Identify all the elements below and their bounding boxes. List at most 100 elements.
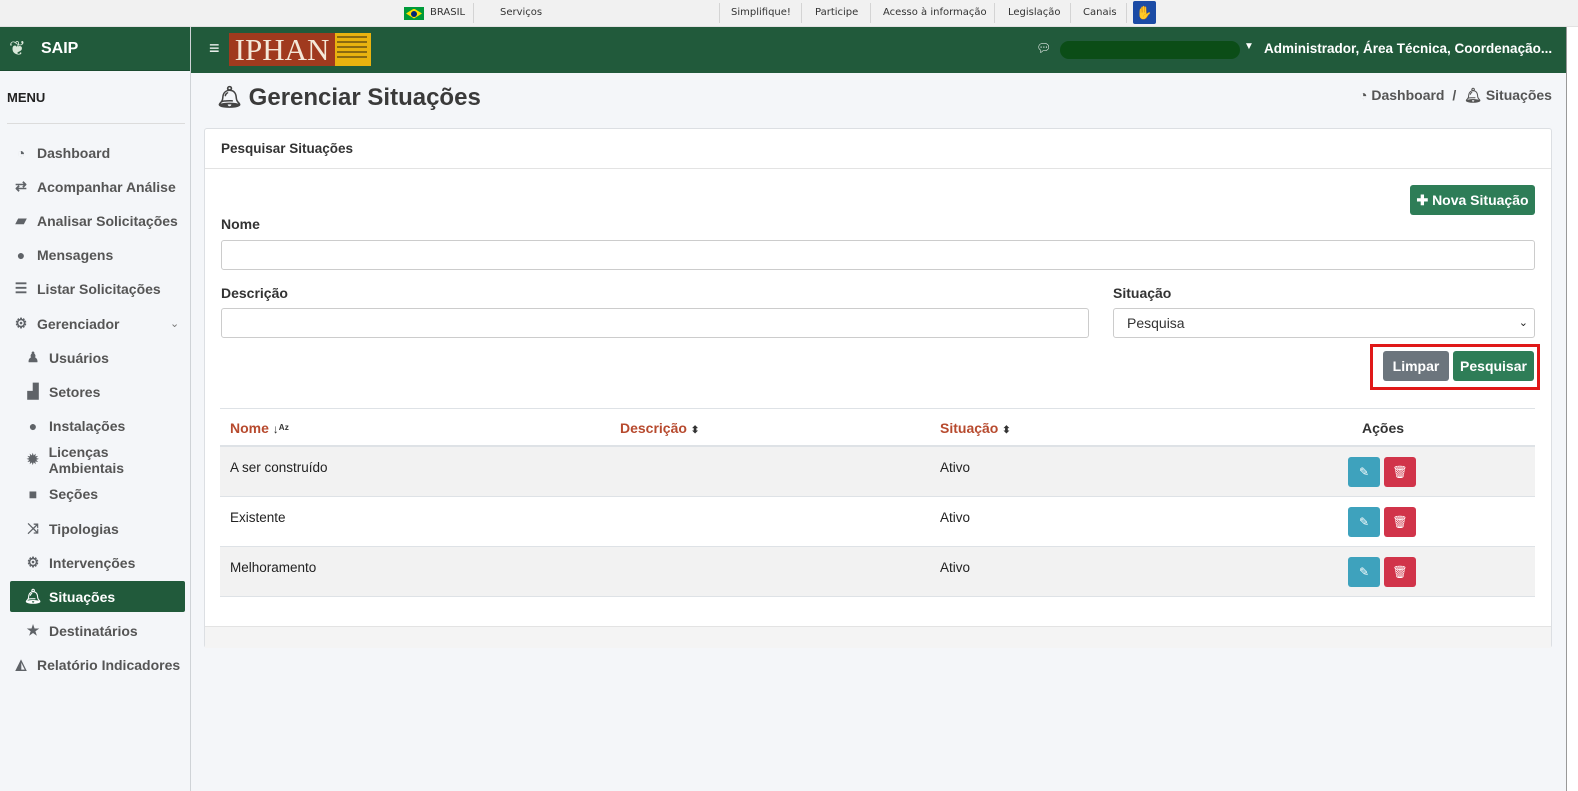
gov-link-acesso[interactable]: Acesso à informação [883,0,987,26]
cell-nome: Melhoramento [230,560,317,575]
top-navbar: ≡ IPHAN 💬︎ ▼ Administrador, Área Técnica… [191,27,1567,73]
sidebar-item-setores[interactable]: ▟ Setores [24,376,184,407]
sidebar-item-relatorio-indicadores[interactable]: ◭ Relatório Indicadores [12,649,184,680]
divider [801,3,802,23]
sidebar-item-label: Mensagens [37,246,114,263]
column-situacao[interactable]: Situação ⬍ [940,420,1011,436]
sidebar-item-instalacoes[interactable]: ● Instalações [24,410,184,441]
delete-button[interactable]: 🗑︎ [1384,507,1416,537]
sort-icon: ⬍ [690,425,700,436]
nome-label: Nome [221,216,260,232]
user-profile-name[interactable]: Administrador, Área Técnica, Coordenação… [1264,41,1552,56]
sidebar-item-mensagens[interactable]: ● Mensagens [12,239,184,270]
page-title: 🔔︎ Gerenciar Situações [216,84,481,112]
sidebar-item-label: Relatório Indicadores [37,656,181,673]
gov-bar: BRASIL Serviços Simplifique! Participe A… [0,0,1578,27]
situacao-select[interactable]: Pesquisa ⌄ [1113,308,1535,338]
trash-icon: 🗑︎ [1392,565,1408,579]
scrollbar[interactable] [1566,27,1578,791]
new-situation-label: Nova Situação [1432,192,1529,208]
gov-link-simplifique[interactable]: Simplifique! [731,0,791,26]
gov-services-link[interactable]: Serviços [500,0,542,26]
sidebar-item-gerenciador[interactable]: ⚙ Gerenciador [12,308,184,339]
divider [1070,3,1071,23]
sidebar-item-analisar-solicitacoes[interactable]: ▰ Analisar Solicitações [12,205,184,236]
cell-situacao: Ativo [940,560,971,575]
sidebar-item-listar-solicitacoes[interactable]: ☰ Listar Solicitações [12,273,184,304]
brand[interactable]: ❦ SAIP [0,27,190,71]
sidebar-item-label: Analisar Solicitações [37,212,178,229]
sidebar-item-situacoes[interactable]: 🔔︎ Situações [10,581,185,612]
descricao-input[interactable] [221,308,1089,338]
comments-icon: ● [16,246,26,263]
nome-input[interactable] [221,240,1535,270]
sidebar-item-label: Acompanhar Análise [37,178,176,195]
column-nome-label: Nome [230,420,269,436]
column-situacao-label: Situação [940,420,999,436]
sort-alpha-icon: ↓ᴬᶻ [272,422,289,436]
situacao-selected-value: Pesquisa [1127,315,1185,331]
chart-icon: ▟ [27,383,39,399]
gear-icon: ⚙ [26,554,40,570]
sidebar-item-licencas-ambientais[interactable]: ✹ Licenças Ambientais [24,444,184,476]
column-acoes: Ações [1362,420,1405,436]
table-header: Nome ↓ᴬᶻ Descrição ⬍ Situação ⬍ Ações [220,408,1535,447]
sidebar-item-label: Instalações [49,417,126,434]
card-footer [205,626,1551,648]
sidebar-item-label: Situações [49,588,116,605]
cell-situacao: Ativo [940,510,971,525]
trash-icon: 🗑︎ [1392,465,1408,479]
sidebar-item-acompanhar-analise[interactable]: ⇄ Acompanhar Análise [12,171,184,202]
hamburger-menu-icon[interactable]: ≡ [209,38,220,59]
edit-button[interactable]: ✎ [1348,457,1380,487]
sidebar-item-secoes[interactable]: ■ Seções [24,478,184,509]
random-icon: ⤨ [27,520,39,536]
chevron-down-icon[interactable]: ⌄ [170,317,179,330]
sidebar-item-dashboard[interactable]: ◔ Dashboard [12,137,184,168]
menu-label: MENU [7,90,46,105]
gov-link-participe[interactable]: Participe [815,0,858,26]
gov-link-legislacao[interactable]: Legislação [1008,0,1061,26]
breadcrumb-separator: / [1452,87,1457,103]
gov-link-canais[interactable]: Canais [1083,0,1117,26]
column-nome[interactable]: Nome ↓ᴬᶻ [230,420,289,436]
edit-button[interactable]: ✎ [1348,557,1380,587]
sidebar-item-label: Usuários [49,349,109,366]
table-row: Melhoramento Ativo ✎ 🗑︎ [220,547,1535,597]
sidebar-item-destinatarios[interactable]: ★ Destinatários [24,615,184,646]
bell-icon: 🔔︎ [216,86,243,109]
brand-name: SAIP [41,39,79,57]
list-icon: ☰ [14,280,28,296]
accessibility-icon[interactable]: ✋ [1133,1,1156,24]
trash-icon: 🗑︎ [1392,515,1408,529]
edit-button[interactable]: ✎ [1348,507,1380,537]
iphan-logo[interactable]: IPHAN [229,33,371,66]
chat-icon[interactable]: 💬︎ [1036,41,1051,55]
cell-nome: A ser construído [230,460,328,475]
logo-emblem [335,33,371,66]
caret-down-icon[interactable]: ▼ [1244,41,1254,52]
delete-button[interactable]: 🗑︎ [1384,457,1416,487]
column-descricao[interactable]: Descrição ⬍ [620,420,699,436]
sidebar-item-label: Tipologias [49,520,119,537]
new-situation-button[interactable]: ✚ Nova Situação [1410,185,1535,215]
divider [7,123,185,124]
divider [1126,3,1127,23]
sidebar-item-label: Intervenções [49,554,136,571]
sidebar-item-tipologias[interactable]: ⤨ Tipologias [24,513,184,544]
redacted-user-field[interactable] [1060,41,1240,59]
sidebar-item-intervencoes[interactable]: ⚙ Intervenções [24,547,184,578]
edit-icon: ✎ [1358,515,1370,529]
table-row: Existente Ativo ✎ 🗑︎ [220,497,1535,547]
situacao-label: Situação [1113,285,1172,301]
sort-icon: ⬍ [1002,425,1011,436]
sidebar: ❦ SAIP MENU ◔ Dashboard ⇄ Acompanhar Análi… [0,27,191,791]
delete-button[interactable]: 🗑︎ [1384,557,1416,587]
sidebar-item-usuarios[interactable]: ♟ Usuários [24,342,184,373]
plus-icon: ✚ [1416,192,1429,208]
divider [473,3,474,23]
bell-icon: 🔔︎ [24,588,42,604]
breadcrumb-dashboard[interactable]: Dashboard [1371,87,1444,103]
edit-icon: ✎ [1358,565,1370,579]
gov-country-link[interactable]: BRASIL [430,0,465,26]
